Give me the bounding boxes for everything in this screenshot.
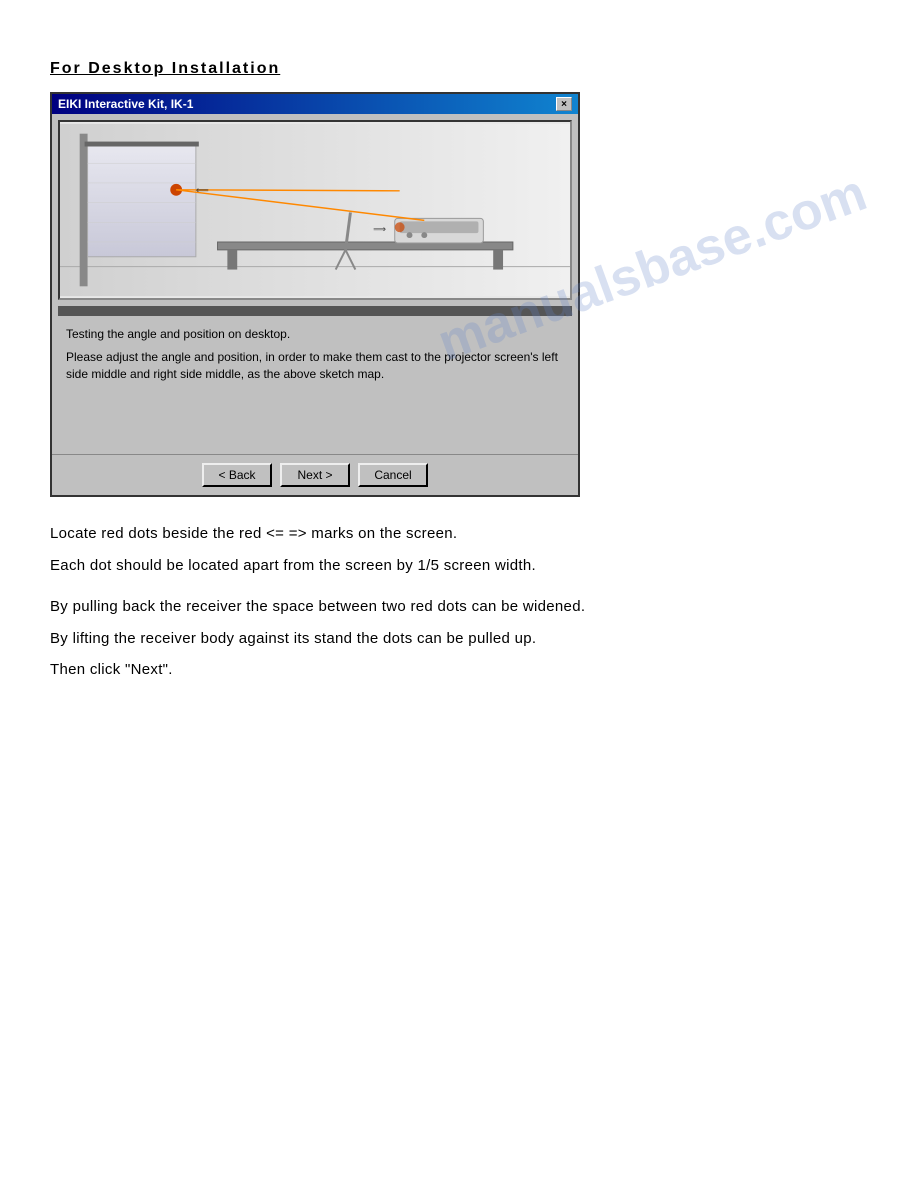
- paragraph-1: Locate red dots beside the red <= => mar…: [50, 521, 868, 578]
- dialog-close-button[interactable]: ×: [556, 97, 572, 111]
- back-button[interactable]: < Back: [202, 463, 272, 487]
- paragraph-1-line-2: Each dot should be located apart from th…: [50, 553, 868, 579]
- dialog-footer: < Back Next > Cancel: [52, 454, 578, 495]
- svg-text:⟹: ⟹: [373, 224, 386, 234]
- paragraph-2-line-3: Then click "Next".: [50, 657, 868, 683]
- body-text-area: Locate red dots beside the red <= => mar…: [50, 521, 868, 683]
- dialog-titlebar: EIKI Interactive Kit, IK-1 ×: [52, 94, 578, 114]
- next-button[interactable]: Next >: [280, 463, 350, 487]
- svg-text:⟸: ⟸: [196, 185, 209, 195]
- paragraph-2-line-1: By pulling back the receiver the space b…: [50, 594, 868, 620]
- paragraph-2: By pulling back the receiver the space b…: [50, 594, 868, 683]
- dialog-description-line1: Testing the angle and position on deskto…: [66, 326, 564, 343]
- dialog-divider: [58, 306, 572, 316]
- dialog-window: EIKI Interactive Kit, IK-1 ×: [50, 92, 580, 497]
- paragraph-2-line-2: By lifting the receiver body against its…: [50, 626, 868, 652]
- dialog-title: EIKI Interactive Kit, IK-1: [58, 97, 193, 111]
- dialog-illustration: ⟸ ⟹: [58, 120, 572, 300]
- dialog-description-line2: Please adjust the angle and position, in…: [66, 349, 564, 383]
- cancel-button[interactable]: Cancel: [358, 463, 428, 487]
- paragraph-1-line-1: Locate red dots beside the red <= => mar…: [50, 521, 868, 547]
- page-heading: For Desktop Installation: [50, 60, 868, 78]
- dialog-body: Testing the angle and position on deskto…: [52, 316, 578, 454]
